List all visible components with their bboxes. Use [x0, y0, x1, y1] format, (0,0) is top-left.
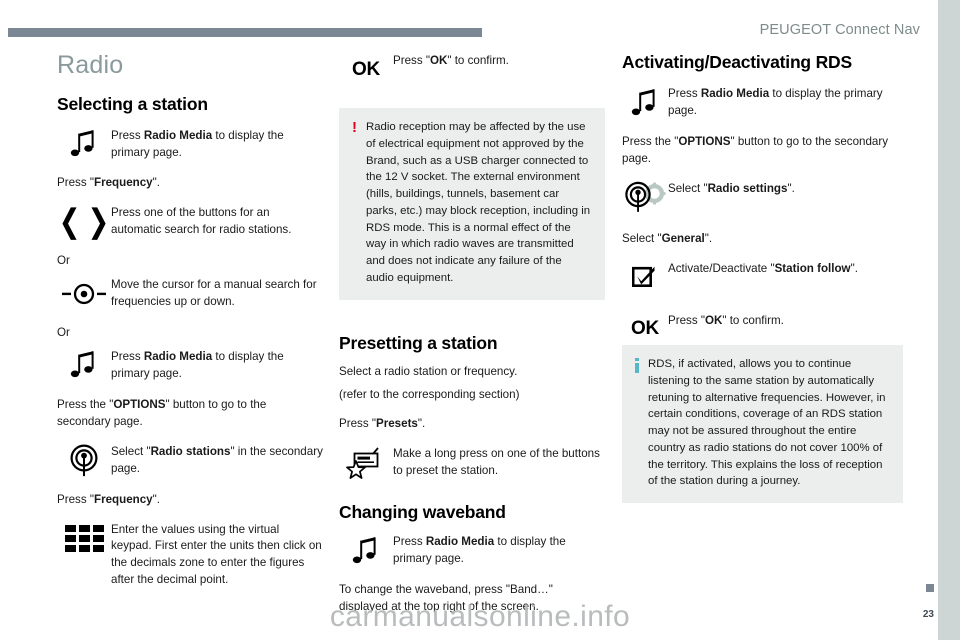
instruction-text: Press "OK" to confirm. — [393, 54, 509, 67]
select-general-text: Select "General". — [622, 231, 713, 245]
ok-button-icon: OK — [631, 318, 659, 340]
site-watermark: carmanualsonline.info — [329, 600, 631, 633]
checkbox-checked-icon — [622, 260, 668, 294]
section-title-activating-deactivating-rds: Activating/Deactivating RDS — [622, 52, 852, 72]
press-frequency-text-1: Press "Frequency". — [57, 176, 160, 190]
music-note-icon — [339, 533, 393, 567]
instruction-row-manual-search: Move the cursor for a manual search for … — [57, 276, 323, 311]
virtual-keypad-icon — [57, 521, 111, 555]
info-note-box: RDS, if activated, allows you to continu… — [622, 345, 903, 504]
radio-preset-star-icon — [339, 445, 393, 480]
instruction-text: Press one of the buttons for an automati… — [111, 206, 292, 237]
press-options-text-2: Press the "OPTIONS" button to go to the … — [622, 134, 889, 165]
instruction-row-radio-media-rds: Press Radio Media to display the primary… — [622, 85, 902, 120]
instruction-text: Select "Radio stations" in the secondary… — [111, 444, 323, 475]
presetting-intro-line-2: (refer to the corresponding section) — [339, 388, 520, 402]
warning-note-box: ! Radio reception may be affected by the… — [339, 108, 605, 300]
instruction-text: Move the cursor for a manual search for … — [111, 278, 317, 309]
instruction-text: Press Radio Media to display the primary… — [668, 87, 883, 118]
column-middle: OK Press "OK" to confirm. — [339, 52, 605, 100]
instruction-row-virtual-keypad: Enter the values using the virtual keypa… — [57, 521, 323, 590]
or-label-1: Or — [57, 254, 70, 268]
instruction-row-radio-media-2: Press Radio Media to display the primary… — [57, 348, 323, 383]
section-title-presetting-a-station: Presetting a station — [339, 333, 498, 353]
instruction-text: Activate/Deactivate "Station follow". — [668, 261, 858, 275]
press-frequency-text-2: Press "Frequency". — [57, 492, 160, 506]
chevron-right-icon: ❯ — [87, 203, 110, 241]
music-note-icon — [622, 85, 668, 119]
instruction-text: Press Radio Media to display the primary… — [111, 128, 284, 159]
left-right-arrows-icon: ❮ ❯ — [57, 203, 111, 241]
page-edge-strip — [938, 0, 960, 640]
instruction-text: Press Radio Media to display the primary… — [111, 349, 284, 380]
column-middle-lower: Presetting a station Select a radio stat… — [339, 333, 605, 628]
instruction-row-radio-stations: Select "Radio stations" in the secondary… — [57, 443, 323, 478]
instruction-row-radio-settings: Select "Radio settings". — [622, 180, 902, 217]
section-title-selecting-a-station: Selecting a station — [57, 93, 208, 114]
page-title: Radio — [57, 51, 124, 79]
instruction-row-auto-search: ❮ ❯ Press one of the buttons for an auto… — [57, 204, 323, 239]
instruction-text: Select "Radio settings". — [668, 181, 795, 195]
brand-title: PEUGEOT Connect Nav — [759, 22, 920, 38]
column-left: Radio Selecting a station Press Radio Me… — [57, 51, 323, 603]
press-options-text-1: Press the "OPTIONS" button to go to the … — [57, 397, 267, 428]
page-marker — [926, 584, 934, 592]
broadcast-antenna-icon — [57, 443, 111, 478]
ok-button-icon: OK — [352, 58, 380, 80]
presetting-intro-line-1: Select a radio station or frequency. — [339, 365, 518, 379]
instruction-row-preset-station: Make a long press on one of the buttons … — [339, 445, 605, 480]
instruction-text: Make a long press on one of the buttons … — [393, 446, 600, 477]
instruction-text: Enter the values using the virtual keypa… — [111, 522, 322, 587]
section-title-changing-waveband: Changing waveband — [339, 501, 506, 522]
chevron-left-icon: ❮ — [58, 203, 81, 241]
or-label-2: Or — [57, 326, 70, 339]
instruction-row-station-follow: Activate/Deactivate "Station follow". — [622, 260, 902, 294]
music-note-icon — [57, 348, 111, 382]
info-icon — [635, 358, 639, 373]
warning-exclamation-icon: ! — [352, 119, 357, 136]
instruction-row-radio-media: Press Radio Media to display the primary… — [57, 127, 323, 162]
manual-page: PEUGEOT Connect Nav Radio Selecting a st… — [0, 0, 960, 640]
column-right: Activating/Deactivating RDS Press Radio … — [622, 52, 902, 360]
cursor-knob-icon — [57, 276, 111, 310]
warning-note-text: Radio reception may be affected by the u… — [366, 121, 591, 284]
instruction-row-radio-media-3: Press Radio Media to display the primary… — [339, 533, 605, 568]
info-note-text: RDS, if activated, allows you to continu… — [648, 358, 886, 488]
music-note-icon — [57, 127, 111, 161]
instruction-text: Press "OK" to confirm. — [668, 313, 784, 327]
radio-settings-icon — [622, 180, 668, 217]
instruction-text: Press Radio Media to display the primary… — [393, 535, 566, 565]
instruction-row-ok-confirm-1: OK Press "OK" to confirm. — [339, 52, 605, 86]
header-rule — [8, 28, 482, 37]
press-presets-text: Press "Presets". — [339, 416, 426, 430]
instruction-row-ok-confirm-2: OK Press "OK" to confirm. — [622, 312, 902, 346]
